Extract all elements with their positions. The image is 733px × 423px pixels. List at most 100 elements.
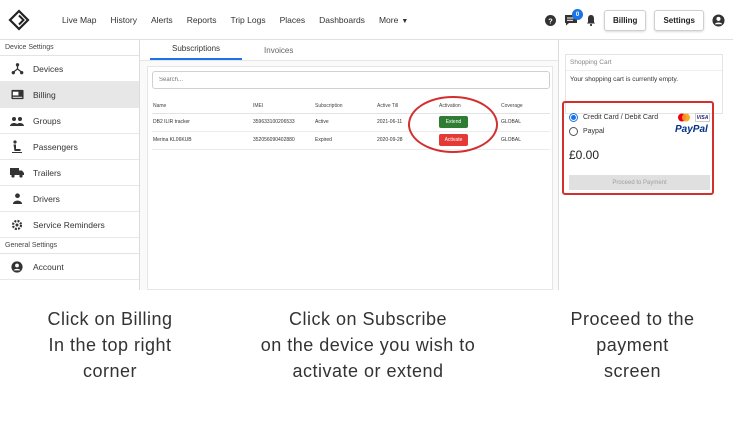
- nav-links: Live Map History Alerts Reports Trip Log…: [40, 0, 415, 40]
- caption-step-3: Proceed to the payment screen: [540, 306, 725, 384]
- sidebar-item-service-reminders[interactable]: Service Reminders: [0, 212, 139, 238]
- visa-logo: VISA: [695, 113, 710, 122]
- cell-subscription: Active: [314, 113, 376, 132]
- payment-option-card[interactable]: Credit Card / Debit Card: [569, 113, 658, 122]
- cell-activation: Extend: [438, 113, 500, 132]
- nav-dashboards[interactable]: Dashboards: [319, 15, 365, 25]
- sidebar-item-label: Passengers: [33, 141, 78, 152]
- sidebar-item-devices[interactable]: Devices: [0, 56, 139, 82]
- nav-places[interactable]: Places: [280, 15, 306, 25]
- caption-step-1: Click on Billing In the top right corner: [10, 306, 210, 384]
- logo-icon[interactable]: [8, 9, 30, 31]
- table-row: Merina KL06KUB 352056090402880 Expired 2…: [152, 131, 550, 150]
- svg-text:?: ?: [548, 16, 553, 25]
- cell-coverage: GLOBAL: [500, 131, 550, 150]
- general-settings-title: General Settings: [0, 238, 139, 254]
- nav-live-map[interactable]: Live Map: [62, 15, 97, 25]
- sidebar-item-drivers[interactable]: Drivers: [0, 186, 139, 212]
- cart-title: Shopping Cart: [566, 55, 722, 71]
- card-option-label: Credit Card / Debit Card: [583, 114, 659, 121]
- table-row: DB2 ILIR tracker 359633100206533 Active …: [152, 113, 550, 132]
- sidebar-item-label: Drivers: [33, 193, 60, 204]
- sidebar-item-trailers[interactable]: Trailers: [0, 160, 139, 186]
- cell-activation: Activate: [438, 131, 500, 150]
- nav-trip-logs[interactable]: Trip Logs: [230, 15, 265, 25]
- cell-active-till: 2020-09-28: [376, 131, 438, 150]
- truck-icon: [10, 166, 24, 180]
- nav-alerts[interactable]: Alerts: [151, 15, 173, 25]
- extend-button[interactable]: Extend: [439, 116, 468, 128]
- nav-reports[interactable]: Reports: [187, 15, 217, 25]
- caption-line: screen: [603, 361, 662, 381]
- activate-button[interactable]: Activate: [439, 134, 468, 146]
- cell-active-till: 2021-06-11: [376, 113, 438, 132]
- search-input[interactable]: [152, 71, 550, 89]
- account-icon: [10, 260, 24, 274]
- app-window: Live Map History Alerts Reports Trip Log…: [0, 0, 733, 290]
- nav-history[interactable]: History: [111, 15, 137, 25]
- shopping-cart-panel: Shopping Cart Your shopping cart is curr…: [558, 40, 733, 290]
- caption-line: on the device you wish to: [260, 335, 476, 355]
- payment-option-paypal[interactable]: Paypal: [569, 127, 604, 136]
- nav-right-tools: ? 0 Billing Settings: [537, 0, 725, 40]
- caption-line: Click on Billing: [47, 309, 173, 329]
- cell-imei: 352056090402880: [252, 131, 314, 150]
- cell-subscription: Expired: [314, 131, 376, 150]
- paypal-logo: PayPal: [675, 124, 708, 135]
- caption-step-2: Click on Subscribe on the device you wis…: [218, 306, 518, 384]
- messages-icon[interactable]: 0: [564, 9, 583, 26]
- cell-name: DB2 ILIR tracker: [152, 113, 252, 132]
- bell-icon[interactable]: [586, 14, 596, 26]
- cell-coverage: GLOBAL: [500, 113, 550, 132]
- subscriptions-table: Name IMEI Subscription Active Till Activ…: [152, 99, 550, 150]
- caption-line: payment: [596, 335, 669, 355]
- sidebar-item-groups[interactable]: Groups: [0, 108, 139, 134]
- sidebar-item-passengers[interactable]: Passengers: [0, 134, 139, 160]
- sidebar-item-label: Billing: [33, 89, 56, 100]
- cart-empty-message: Your shopping cart is currently empty.: [570, 76, 679, 83]
- card-radio[interactable]: [569, 113, 578, 122]
- mastercard-icon: [678, 113, 690, 122]
- sidebar-item-label: Account: [33, 261, 64, 272]
- billing-button[interactable]: Billing: [603, 9, 647, 31]
- help-icon[interactable]: ?: [544, 14, 556, 26]
- nav-more-label: More: [378, 15, 399, 25]
- cart-total-amount: £0.00: [569, 148, 600, 162]
- top-navigation-bar: Live Map History Alerts Reports Trip Log…: [0, 0, 733, 40]
- paypal-radio[interactable]: [569, 127, 578, 136]
- cell-imei: 359633100206533: [252, 113, 314, 132]
- header-active-till[interactable]: Active Till: [376, 99, 438, 114]
- header-coverage[interactable]: Coverage: [500, 99, 550, 114]
- header-subscription[interactable]: Subscription: [314, 99, 376, 114]
- hierarchy-icon: [10, 62, 24, 76]
- caption-line: In the top right: [48, 335, 172, 355]
- header-name[interactable]: Name: [152, 99, 252, 114]
- sidebar-item-label: Trailers: [33, 167, 62, 178]
- tab-subscriptions[interactable]: Subscriptions: [150, 44, 243, 60]
- caption-line: Click on Subscribe: [288, 309, 448, 329]
- sidebar-item-label: Groups: [33, 115, 61, 126]
- header-activation[interactable]: Activation: [438, 99, 500, 114]
- cell-name: Merina KL06KUB: [152, 131, 252, 150]
- main-content: Subscriptions Invoices Name IMEI Subscri…: [140, 40, 558, 290]
- sidebar-item-billing[interactable]: Billing: [0, 82, 139, 108]
- gear-icon: [10, 218, 24, 232]
- passenger-icon: [10, 140, 24, 154]
- caption-line: Proceed to the: [570, 309, 695, 329]
- tab-bar: Subscriptions Invoices: [140, 40, 558, 61]
- notification-badge: 0: [571, 9, 583, 20]
- person-icon: [10, 192, 24, 206]
- account-icon[interactable]: [712, 13, 725, 27]
- nav-more[interactable]: More ▼: [379, 15, 408, 25]
- proceed-to-payment-button[interactable]: Proceed to Payment: [569, 175, 710, 190]
- subscriptions-panel: Name IMEI Subscription Active Till Activ…: [147, 66, 553, 290]
- header-imei[interactable]: IMEI: [252, 99, 314, 114]
- sidebar-item-account[interactable]: Account: [0, 254, 139, 280]
- table-header-row: Name IMEI Subscription Active Till Activ…: [152, 99, 550, 114]
- caption-line: activate or extend: [292, 361, 444, 381]
- caret-down-icon: ▼: [401, 18, 409, 25]
- settings-button[interactable]: Settings: [654, 9, 704, 31]
- tab-invoices[interactable]: Invoices: [242, 46, 315, 60]
- sidebar-item-label: Service Reminders: [33, 219, 105, 230]
- people-icon: [10, 114, 24, 128]
